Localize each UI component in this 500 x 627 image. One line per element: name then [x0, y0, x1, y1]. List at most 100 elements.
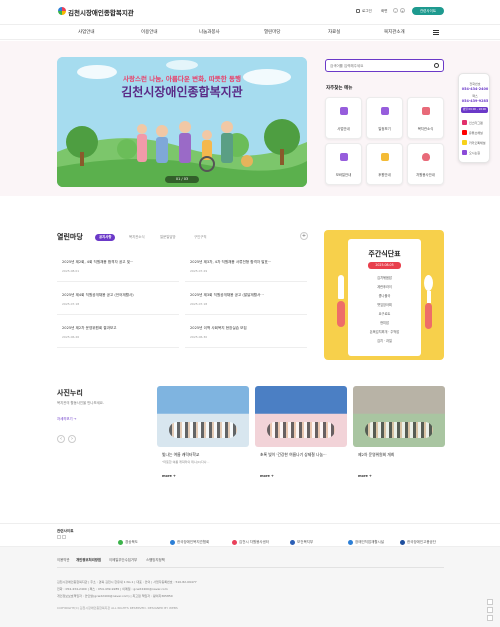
hero-banner[interactable]: 사랑스런 나눔, 아름다운 변화, 따뜻한 동행 김천시장애인종합복지관 01 …: [57, 57, 307, 187]
hero-pager-text: 01 / 03: [175, 177, 189, 181]
font-minus-button[interactable]: -: [393, 8, 398, 13]
search-input[interactable]: [330, 62, 430, 70]
gallery-more-link[interactable]: 자세히보기 →: [57, 416, 77, 421]
quick-menu-item[interactable]: 일정보기: [366, 97, 403, 139]
partners-next-button[interactable]: [62, 535, 66, 539]
gallery-title: 사진누리: [57, 389, 83, 397]
gallery-card[interactable]: 빛나는 여름 캐릭터학교 "따뜻한 여름 캐릭터의 테니(C)다나··· more …: [157, 386, 249, 486]
logo[interactable]: [58, 7, 66, 15]
gallery-photo[interactable]: [255, 386, 347, 447]
board-post-title: 2025년 이백 사회복지 현장실습 모집: [190, 326, 247, 330]
board-post-title: 2025년 제2차 운영위원회 결과보고: [62, 326, 117, 330]
board-more-button[interactable]: +: [300, 232, 308, 240]
spoon-icon: [424, 275, 433, 345]
footer-link[interactable]: 개인정보처리방침: [76, 557, 101, 562]
related-sites-button[interactable]: 관련사이트: [412, 6, 444, 15]
news-icon: [421, 107, 430, 115]
scroll-mid-button[interactable]: [487, 607, 493, 613]
partner-logo[interactable]: 보건복지부: [290, 532, 313, 545]
nav-item-archive[interactable]: 자료실: [328, 29, 340, 35]
quick-menu-item[interactable]: 자원봉사안내: [407, 143, 444, 185]
board-post-date: 2025.07.18: [190, 302, 208, 306]
side-widget: 전화번호 054-434-2400 팩스 054-439-9285 평일 09:…: [458, 73, 490, 163]
footer-link[interactable]: 이용약관: [57, 557, 69, 562]
nav-item-usage[interactable]: 이용안내: [141, 29, 158, 35]
gallery-prev-button[interactable]: ‹: [57, 435, 65, 443]
hero-title: 김천시장애인종합복지관: [121, 85, 243, 99]
board-post[interactable]: 2025년 제3차, 4차 직원채용 서류전형 합격자 발표··· 2025.07…: [185, 252, 307, 282]
board-post[interactable]: 2025년 제2차 운영위원회 결과보고 2025.06.26: [57, 318, 179, 348]
board-more-plus: +: [301, 233, 307, 239]
footer-copyright: COPYRIGHT(C) 김천시장애인종합복지관 ALL RIGHTS RESE…: [57, 606, 178, 610]
gallery-more-link[interactable]: more +: [162, 474, 176, 478]
search-box[interactable]: [325, 59, 444, 72]
gallery-photo[interactable]: [353, 386, 445, 447]
hamburger-icon[interactable]: [433, 30, 439, 35]
board-post[interactable]: 2025년 제2회, 4회 직원채용 합격자 공고 및··· 2025.08.01: [57, 252, 179, 282]
board-post[interactable]: 2025년 제4회 직원공개채용 공고 (언어재활사) 2025.07.18: [57, 285, 179, 315]
footer-link[interactable]: 이메일무단수집거부: [109, 557, 137, 562]
partner-logo[interactable]: 한국장애인고용공단: [400, 532, 436, 545]
search-icon[interactable]: [434, 63, 439, 68]
board-post[interactable]: 2025년 이백 사회복지 현장실습 모집 2025.06.30: [185, 318, 307, 348]
quick-menu-item[interactable]: 사업안내: [325, 97, 362, 139]
partners-label: 관련사이트: [57, 529, 74, 533]
board-post-date: 2025.08.01: [62, 269, 80, 273]
group-of-people: [365, 422, 433, 438]
gallery-photo[interactable]: [157, 386, 249, 447]
board-post-date: 2025.06.26: [62, 335, 80, 339]
board-tab[interactable]: 구인구직: [190, 234, 210, 241]
gallery-card[interactable]: 제2차 운영위원회 개최 more +: [353, 386, 445, 486]
board-tab[interactable]: 일문일답방: [156, 234, 180, 241]
group-of-people: [169, 422, 237, 438]
partner-logo[interactable]: 경상북도: [118, 532, 138, 545]
nav-item-open-board[interactable]: 열린마당: [264, 29, 281, 35]
font-plus-button[interactable]: +: [400, 8, 405, 13]
nav-item-about[interactable]: 복지관소개: [384, 29, 405, 35]
board-post-date: 2025.06.30: [190, 335, 208, 339]
side-link-label: 오시는길: [469, 150, 481, 155]
board-tab[interactable]: 복지관소식: [125, 234, 149, 241]
board-post[interactable]: 2025년 제3회 직원공개채용 공고 (발달재활서··· 2025.07.18: [185, 285, 307, 315]
logo-text[interactable]: 김천시장애인종합복지관: [68, 7, 134, 17]
board-title: 열린마당: [57, 233, 83, 241]
weekly-menu-title: 주간식단표: [368, 250, 401, 258]
gallery-item-title: 제2차 운영위원회 개최: [358, 452, 395, 457]
gallery-card[interactable]: 초록 빛이 '건강한 여름나기 상제철 나눔··· more +: [255, 386, 347, 486]
footer-address: 김천시장애인종합복지관 | 주소 : 경북 김천시 한유새 1 No.1 | 대…: [57, 580, 197, 584]
partners-prev-button[interactable]: [57, 535, 61, 539]
footer-link[interactable]: 스팸방지정책: [146, 557, 165, 562]
login-link[interactable]: 로그인: [362, 9, 372, 14]
side-link[interactable]: 오시는길: [462, 149, 489, 156]
nav-item-business[interactable]: 사업안내: [78, 29, 95, 35]
board-post-title: 2025년 제3회 직원공개채용 공고 (발달재활서···: [190, 293, 264, 297]
side-link[interactable]: 인스타그램: [462, 119, 489, 126]
quick-menu-label: 후원안내: [378, 173, 391, 177]
scroll-bottom-button[interactable]: [487, 615, 493, 621]
quick-menu-item[interactable]: 후원안내: [366, 143, 403, 185]
scroll-top-button[interactable]: [487, 599, 493, 605]
quick-menu-heading: 자주찾는 메뉴: [326, 86, 353, 91]
footer-divider: [57, 567, 444, 568]
gallery-more-link[interactable]: more +: [260, 474, 274, 478]
partner-logo[interactable]: 김천시 자원봉사센터: [232, 532, 269, 545]
nav-item-volunteer[interactable]: 나눔과봉사: [199, 29, 220, 35]
page: 김천시장애인종합복지관 로그인 화면 - + 관련사이트 사업안내 이용안내 나…: [0, 0, 500, 627]
mobile-icon: [339, 153, 348, 161]
gallery-more-link[interactable]: more +: [358, 474, 372, 478]
hero-tagline: 사랑스런 나눔, 아름다운 변화, 따뜻한 동행: [123, 75, 241, 83]
side-link[interactable]: 카카오톡채널: [462, 139, 489, 146]
weekly-menu-card[interactable]: 주간식단표 2025.08.05 김치볶음밥 계란후라이 콩나물국 깻잎장아찌 요구르트…: [324, 230, 444, 360]
gallery-subtitle: 복지관의 활동사진을 만나보세요.: [57, 401, 104, 405]
quick-menu-label: 자원봉사안내: [416, 173, 435, 177]
partner-logo[interactable]: 한국장애인복지관협회: [170, 532, 209, 545]
side-link[interactable]: 유튜브채널: [462, 129, 489, 136]
partner-logo[interactable]: 장애인직업재활시설: [348, 532, 384, 545]
board-tab[interactable]: 공지사항: [95, 234, 116, 241]
side-link-icon: [462, 130, 467, 135]
quick-menu-item[interactable]: 모바일안내: [325, 143, 362, 185]
quick-menu-item[interactable]: 복지관소식: [407, 97, 444, 139]
weekly-menu-item: 계란후라이: [377, 285, 392, 289]
gallery-next-button[interactable]: ›: [68, 435, 76, 443]
side-phone-number[interactable]: 054-434-2400: [459, 87, 491, 91]
